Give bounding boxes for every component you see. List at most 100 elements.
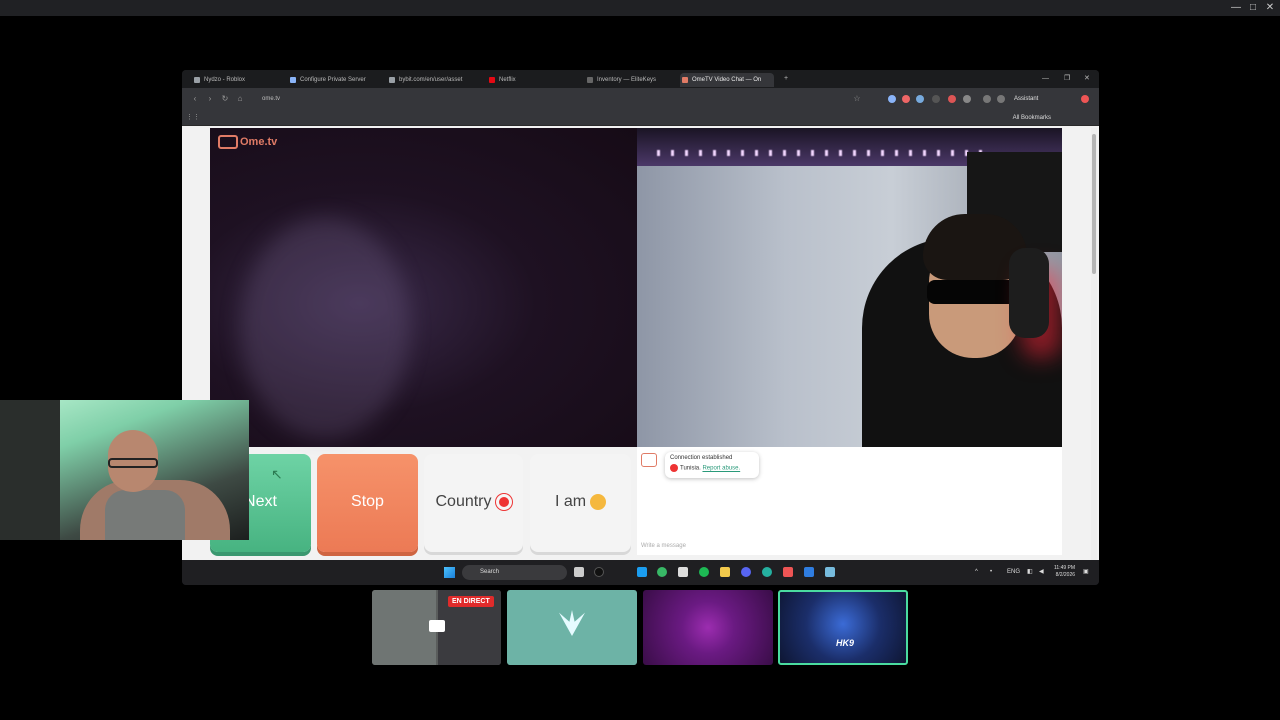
spotify-icon[interactable] bbox=[699, 567, 709, 577]
obs-icon[interactable] bbox=[594, 567, 604, 577]
assistant-button[interactable]: Assistant bbox=[1014, 92, 1038, 106]
tv-icon bbox=[218, 135, 238, 150]
tab-bybit[interactable]: bybit.com/en/user/asset bbox=[387, 73, 479, 87]
scene-left-view bbox=[372, 590, 436, 665]
camera-icon bbox=[429, 620, 445, 632]
close-icon[interactable]: ✕ bbox=[1264, 2, 1276, 14]
person-emoji-icon bbox=[590, 493, 607, 510]
address-bar[interactable]: ome.tv bbox=[250, 92, 840, 106]
tab-ometv[interactable]: OmeTV Video Chat — On bbox=[680, 73, 774, 87]
all-bookmarks-link[interactable]: All Bookmarks bbox=[1013, 112, 1051, 124]
chat-panel: Connection established Tunisia. Report a… bbox=[637, 447, 1062, 555]
tv-icon bbox=[641, 453, 657, 467]
extension-icon[interactable] bbox=[916, 95, 924, 103]
tab-roblox[interactable]: Nydzo - Roblox bbox=[192, 73, 282, 87]
scene-thumbnail-logo[interactable] bbox=[507, 590, 637, 665]
local-video: Ome.tv bbox=[210, 128, 637, 447]
gender-button[interactable]: I am bbox=[530, 454, 631, 552]
tunisia-flag-icon bbox=[495, 493, 512, 510]
message-input[interactable]: Write a message bbox=[641, 541, 1057, 551]
forward-icon[interactable]: › bbox=[205, 93, 215, 105]
media-icon[interactable] bbox=[997, 95, 1005, 103]
reload-icon[interactable]: ↻ bbox=[220, 93, 230, 105]
streamer-webcam bbox=[0, 400, 249, 540]
new-tab-icon[interactable]: + bbox=[784, 73, 788, 85]
extension-icon[interactable] bbox=[888, 95, 896, 103]
taskbar-search[interactable]: Search bbox=[462, 565, 567, 580]
system-message: Connection established Tunisia. Report a… bbox=[665, 452, 759, 478]
steam-icon[interactable] bbox=[637, 567, 647, 577]
browser-window: Nydzo - Roblox Configure Private Server … bbox=[182, 70, 1099, 585]
extension-icon[interactable] bbox=[902, 95, 910, 103]
profile-icon[interactable] bbox=[1081, 95, 1089, 103]
ometv-logo[interactable]: Ome.tv bbox=[218, 135, 277, 150]
windows-start-icon[interactable] bbox=[444, 567, 455, 578]
browser-minimize-icon[interactable]: — bbox=[1042, 73, 1049, 85]
app-icon[interactable] bbox=[783, 567, 793, 577]
connection-status: Connection established bbox=[670, 455, 733, 461]
taskbar: Search ^ • ENG ◧ ◀ 11:49 PM 8/2/2026 ▣ bbox=[182, 560, 1099, 585]
tab-netflix[interactable]: Netflix bbox=[487, 73, 579, 87]
menu-icon[interactable] bbox=[983, 95, 991, 103]
mouse-cursor-icon: ↖ bbox=[271, 466, 283, 482]
tab-favicon-icon bbox=[194, 77, 200, 83]
volume-icon[interactable]: ◀ bbox=[1039, 567, 1044, 577]
wing-logo-icon bbox=[559, 610, 585, 636]
live-badge: EN DIRECT bbox=[448, 596, 494, 607]
discord-icon[interactable] bbox=[741, 567, 751, 577]
browser-close-icon[interactable]: ✕ bbox=[1084, 73, 1090, 85]
back-icon[interactable]: ‹ bbox=[190, 93, 200, 105]
apps-grid-icon[interactable]: ⋮⋮ bbox=[186, 112, 200, 124]
tab-favicon-icon bbox=[587, 77, 593, 83]
maximize-icon[interactable]: □ bbox=[1247, 2, 1259, 14]
netflix-icon bbox=[489, 77, 495, 83]
home-icon[interactable]: ⌂ bbox=[235, 93, 245, 105]
tray-chevron-icon[interactable]: ^ bbox=[975, 567, 978, 577]
tab-private-server[interactable]: Configure Private Server bbox=[288, 73, 380, 87]
streamer-glasses bbox=[108, 458, 158, 468]
sunglasses bbox=[927, 280, 1017, 304]
country-button[interactable]: Country bbox=[424, 454, 523, 552]
minimize-icon[interactable]: — bbox=[1230, 2, 1242, 14]
stop-button[interactable]: Stop bbox=[317, 454, 418, 552]
page-scrollbar[interactable] bbox=[1091, 128, 1097, 560]
outer-title-bar: — □ ✕ bbox=[0, 0, 1280, 16]
tab-favicon-icon bbox=[290, 77, 296, 83]
extension-icon[interactable] bbox=[948, 95, 956, 103]
network-icon[interactable]: ◧ bbox=[1027, 567, 1033, 577]
scene-thumbnail-purple[interactable] bbox=[643, 590, 773, 665]
tunisia-flag-icon bbox=[670, 464, 678, 472]
remote-video bbox=[637, 128, 1062, 447]
browser-maximize-icon[interactable]: ❐ bbox=[1064, 73, 1070, 85]
app-icon[interactable] bbox=[804, 567, 814, 577]
streamer-tank-top bbox=[105, 490, 185, 540]
edge-icon[interactable] bbox=[762, 567, 772, 577]
language-indicator[interactable]: ENG bbox=[1007, 567, 1020, 577]
ometv-favicon-icon bbox=[682, 77, 688, 83]
tab-inventory[interactable]: Inventory — EliteKeys bbox=[585, 73, 677, 87]
webcam-background-shelf bbox=[0, 400, 60, 540]
scene-thumbnail-live[interactable]: EN DIRECT bbox=[372, 590, 501, 665]
scene-thumbnail-hk9[interactable]: HK9 bbox=[778, 590, 908, 665]
ometv-page: Ome.tv Next ↖ Stop Country I am Connecti… bbox=[182, 126, 1099, 560]
notification-icon[interactable]: ▣ bbox=[1083, 567, 1089, 577]
scrollbar-thumb[interactable] bbox=[1092, 134, 1096, 274]
headset bbox=[1009, 248, 1049, 338]
bookmarks-bar: ⋮⋮ All Bookmarks bbox=[182, 110, 1099, 126]
tab-strip: Nydzo - Roblox Configure Private Server … bbox=[182, 70, 1099, 88]
string-lights bbox=[657, 150, 987, 156]
task-view-icon[interactable] bbox=[574, 567, 584, 577]
xbox-icon[interactable] bbox=[657, 567, 667, 577]
store-icon[interactable] bbox=[678, 567, 688, 577]
file-explorer-icon[interactable] bbox=[720, 567, 730, 577]
report-abuse-link[interactable]: Report abuse. bbox=[702, 466, 740, 472]
browser-toolbar: ‹ › ↻ ⌂ ome.tv ☆ Assistant bbox=[182, 88, 1099, 110]
clock[interactable]: 11:49 PM 8/2/2026 bbox=[1054, 565, 1075, 579]
bookmark-star-icon[interactable]: ☆ bbox=[852, 93, 862, 105]
extension-icon[interactable] bbox=[932, 95, 940, 103]
app-icon[interactable] bbox=[825, 567, 835, 577]
hk9-logo: HK9 bbox=[835, 638, 854, 648]
local-video-subject bbox=[240, 218, 410, 438]
extension-icon[interactable] bbox=[963, 95, 971, 103]
microphone-icon[interactable]: • bbox=[990, 567, 992, 577]
